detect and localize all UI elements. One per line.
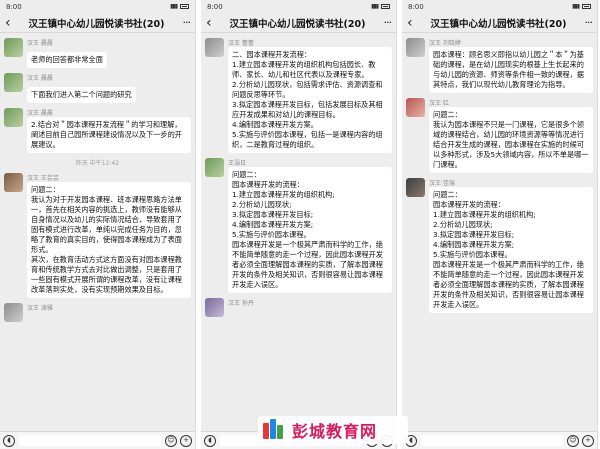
signal-icon: ▮▮▮ [371, 3, 379, 10]
plus-icon[interactable]: + [180, 434, 192, 447]
more-options-icon[interactable]: ··· [176, 16, 192, 29]
watermark-text: 彭城教育网 [292, 422, 378, 441]
message-input[interactable] [421, 435, 563, 446]
message-input-bar: ◖ ☺ + [0, 431, 195, 449]
avatar[interactable] [205, 38, 224, 57]
phone-screen-middle: 8:00 ▮▮▮ ‹ 汉王镇中心幼儿园悦读书社(20) ··· 汉王 蕾蕾 二、… [201, 0, 397, 449]
sender-name: 汉王 蕾蕾 [228, 40, 254, 46]
sender-name: 汉王 孙丹 [228, 300, 254, 306]
sender-name: 汉王 佳瑞 [429, 180, 455, 186]
signal-icon: ▮▮▮ [170, 3, 178, 10]
message-bubble[interactable]: 2.结合对＂园本课程开发流程＂的学习和理解，阐述目前自己园所课程建设情况以及下一… [27, 117, 191, 153]
message-bubble[interactable]: 问题二： 我认为对于开发园本课程、班本课程思路方法单一，首先在相关内容的挑选上，… [27, 182, 191, 298]
group-title: 汉王镇中心幼儿园悦读书社(20) [229, 18, 366, 30]
avatar[interactable] [4, 73, 23, 92]
chat-message: 汉王 晨晨 老师的回答都非常全面 [4, 38, 191, 68]
message-input-bar: ◖ ☺ + [402, 431, 597, 449]
group-title: 汉王镇中心幼儿园悦读书社(20) [28, 18, 165, 30]
voice-icon[interactable]: ◖ [3, 434, 15, 447]
chat-message: 汉王 晨晨 下面我们进入第二个问题的研究 [4, 73, 191, 103]
avatar[interactable] [4, 173, 23, 192]
status-time: 8:00 [207, 2, 223, 11]
avatar[interactable] [205, 158, 224, 177]
battery-icon [582, 4, 591, 9]
message-input[interactable] [19, 435, 161, 446]
voice-icon[interactable]: ◖ [204, 434, 216, 447]
back-arrow-icon[interactable]: ‹ [206, 16, 218, 30]
back-arrow-icon[interactable]: ‹ [407, 16, 419, 30]
message-bubble[interactable]: 问题二： 园本课程开发的流程： 1.建立园本课程开发的组织机构; 2.分析幼儿园… [429, 187, 593, 313]
back-arrow-icon[interactable]: ‹ [5, 16, 17, 30]
site-watermark: 彭城教育网 [258, 416, 408, 444]
message-bubble[interactable]: 问题二： 我认为园本课程不只是一门课程，它是很多个领域的课程结合，幼儿园的环境资… [429, 107, 593, 173]
status-bar: 8:00 ▮▮▮ [201, 0, 396, 13]
chat-message: 汉王 王芸芸 问题二： 我认为对于开发园本课程、班本课程思路方法单一，首先在相关… [4, 173, 191, 298]
books-logo-icon [262, 419, 288, 441]
chat-message: 汉王 晨晨 2.结合对＂园本课程开发流程＂的学习和理解，阐述目前自己园所课程建设… [4, 108, 191, 153]
sender-name: 汉王 晨晨 [27, 75, 53, 81]
chat-header: ‹ 汉王镇中心幼儿园悦读书社(20) ··· [402, 13, 597, 33]
avatar[interactable] [406, 38, 425, 57]
status-bar: 8:00 ▮▮▮ [0, 0, 195, 13]
sender-name: 王涓日 [228, 160, 247, 166]
chat-header: ‹ 汉王镇中心幼儿园悦读书社(20) ··· [201, 13, 396, 33]
chat-message: 汉王 红 问题二： 我认为园本课程不只是一门课程，它是很多个领域的课程结合，幼儿… [406, 98, 593, 173]
avatar[interactable] [406, 98, 425, 117]
chat-message: 汉王 孙丹 [205, 298, 392, 317]
more-options-icon[interactable]: ··· [578, 16, 594, 29]
message-bubble[interactable]: 下面我们进入第二个问题的研究 [27, 87, 136, 103]
message-bubble[interactable]: 园本课程：顾名思义即指以幼儿园之＂本＂为基础的课程，是在幼儿园现实的根基上生长起… [429, 47, 593, 93]
emoji-icon[interactable]: ☺ [165, 434, 177, 447]
status-time: 8:00 [408, 2, 424, 11]
sender-name: 汉王 晨晨 [27, 40, 53, 46]
sender-name: 汉王 晨晨 [27, 110, 53, 116]
sender-name: 汉王 红 [429, 100, 449, 106]
sender-name: 汉王 涛雅 [27, 305, 53, 311]
chat-header: ‹ 汉王镇中心幼儿园悦读书社(20) ··· [0, 13, 195, 33]
avatar[interactable] [4, 38, 23, 57]
avatar[interactable] [4, 108, 23, 127]
chat-message-list[interactable]: 汉王 晨晨 老师的回答都非常全面 汉王 晨晨 下面我们进入第二个问题的研究 汉王… [0, 34, 195, 431]
phone-screen-right: 8:00 ▮▮▮ ‹ 汉王镇中心幼儿园悦读书社(20) ··· 汉王 刘晓婷 园… [402, 0, 598, 449]
chat-message: 汉王 蕾蕾 二、园本课程开发流程： 1.建立园本课程开发的组织机构包括园长、教师… [205, 38, 392, 153]
signal-icon: ▮▮▮ [572, 3, 580, 10]
plus-icon[interactable]: + [582, 434, 594, 447]
emoji-icon[interactable]: ☺ [567, 434, 579, 447]
chat-message: 汉王 佳瑞 问题二： 园本课程开发的流程： 1.建立园本课程开发的组织机构; 2… [406, 178, 593, 313]
sender-name: 汉王 王芸芸 [27, 175, 59, 181]
battery-icon [381, 4, 390, 9]
message-timestamp: 昨天 中午12:42 [75, 160, 120, 167]
message-bubble[interactable]: 老师的回答都非常全面 [27, 52, 107, 68]
message-bubble[interactable]: 二、园本课程开发流程： 1.建立园本课程开发的组织机构包括园长、教师、家长、幼儿… [228, 47, 392, 153]
avatar[interactable] [4, 303, 23, 322]
message-bubble[interactable]: 问题二： 园本课程开发的流程： 1.建立园本课程开发的组织机构; 2.分析幼儿园… [228, 167, 392, 293]
chat-message: 王涓日 问题二： 园本课程开发的流程： 1.建立园本课程开发的组织机构; 2.分… [205, 158, 392, 293]
battery-icon [180, 4, 189, 9]
group-title: 汉王镇中心幼儿园悦读书社(20) [430, 18, 567, 30]
more-options-icon[interactable]: ··· [377, 16, 393, 29]
phone-screen-left: 8:00 ▮▮▮ ‹ 汉王镇中心幼儿园悦读书社(20) ··· 汉王 晨晨 老师… [0, 0, 196, 449]
avatar[interactable] [205, 298, 224, 317]
chat-message-list[interactable]: 汉王 蕾蕾 二、园本课程开发流程： 1.建立园本课程开发的组织机构包括园长、教师… [201, 34, 396, 431]
avatar[interactable] [406, 178, 425, 197]
sender-name: 汉王 刘晓婷 [429, 40, 461, 46]
status-time: 8:00 [6, 2, 22, 11]
chat-message-list[interactable]: 汉王 刘晓婷 园本课程：顾名思义即指以幼儿园之＂本＂为基础的课程，是在幼儿园现实… [402, 34, 597, 431]
chat-message: 汉王 刘晓婷 园本课程：顾名思义即指以幼儿园之＂本＂为基础的课程，是在幼儿园现实… [406, 38, 593, 93]
status-bar: 8:00 ▮▮▮ [402, 0, 597, 13]
chat-message: 汉王 涛雅 [4, 303, 191, 322]
